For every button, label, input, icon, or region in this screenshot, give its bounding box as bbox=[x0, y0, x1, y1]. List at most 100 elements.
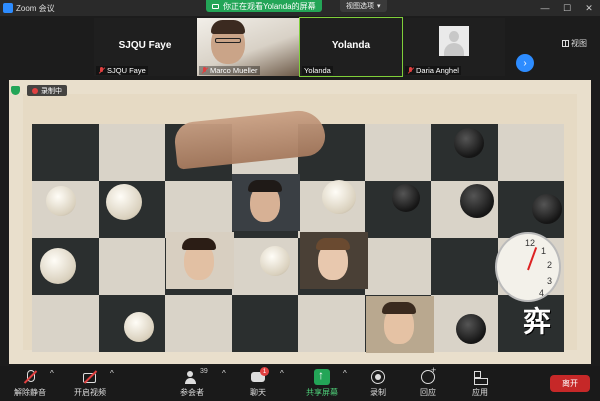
clock-number: 1 bbox=[541, 246, 547, 256]
shield-icon[interactable] bbox=[11, 86, 20, 95]
mic-muted-icon bbox=[22, 369, 38, 385]
overlay-hair bbox=[382, 302, 416, 314]
shared-screen: 录制中 12 1 2 3 4 弈 bbox=[9, 80, 591, 364]
chevron-down-icon: ▾ bbox=[377, 3, 381, 10]
participant-label: Daria Anghel bbox=[405, 66, 461, 75]
board-square bbox=[431, 238, 498, 295]
player-video-overlay bbox=[366, 296, 434, 353]
unmute-label: 解除静音 bbox=[14, 388, 46, 397]
window-title: Zoom 会议 bbox=[16, 3, 55, 13]
white-pawn bbox=[40, 248, 76, 284]
view-button-label: 视图 bbox=[571, 39, 587, 48]
close-icon[interactable]: ✕ bbox=[578, 0, 600, 16]
participant-label: SJQU Faye bbox=[96, 66, 148, 75]
start-video-label: 开启视频 bbox=[74, 388, 106, 397]
white-pawn bbox=[260, 246, 290, 276]
record-label: 录制 bbox=[370, 388, 386, 397]
leave-meeting-button[interactable]: 离开 bbox=[550, 375, 590, 392]
participant-name-center: Yolanda bbox=[331, 40, 371, 51]
next-page-button[interactable]: › bbox=[516, 54, 534, 72]
apps-button[interactable]: 应用 bbox=[472, 369, 488, 398]
avatar bbox=[439, 26, 469, 56]
screen-icon bbox=[212, 3, 219, 9]
recording-indicator[interactable]: 录制中 bbox=[27, 85, 67, 96]
participant-tile-sjqu-faye[interactable]: SJQU Faye SJQU Faye bbox=[94, 18, 196, 76]
participant-label: Yolanda bbox=[302, 66, 333, 75]
reactions-label: 回应 bbox=[420, 388, 436, 397]
white-pawn bbox=[322, 180, 356, 214]
mic-muted-icon bbox=[407, 67, 414, 74]
participant-label-text: Daria Anghel bbox=[416, 66, 459, 75]
recording-dot-icon bbox=[32, 87, 38, 94]
unmute-button[interactable]: 解除静音 bbox=[14, 369, 46, 398]
chat-label: 聊天 bbox=[250, 388, 266, 397]
participant-name-center: SJQU Faye bbox=[118, 40, 172, 51]
clock-number: 2 bbox=[547, 260, 553, 270]
apps-label: 应用 bbox=[472, 388, 488, 397]
board-square bbox=[165, 181, 232, 238]
screen-share-banner[interactable]: 你正在观看Yolanda的屏幕 bbox=[206, 0, 322, 12]
share-screen-button[interactable]: 共享屏幕 bbox=[306, 368, 338, 398]
board-square bbox=[165, 295, 232, 352]
participants-icon: 39 bbox=[184, 368, 208, 385]
chat-unread-badge: 1 bbox=[260, 367, 269, 376]
white-pawn bbox=[46, 186, 76, 216]
meeting-toolbar: 解除静音 ^ 开启视频 ^ 39 参会者 ^ 1 聊天 ^ 共享屏幕 ^ bbox=[0, 365, 600, 401]
participant-label-text: SJQU Faye bbox=[107, 66, 146, 75]
participants-button[interactable]: 39 参会者 bbox=[180, 368, 208, 398]
participants-options-caret[interactable]: ^ bbox=[222, 369, 226, 378]
participants-count: 39 bbox=[200, 368, 208, 375]
black-pawn bbox=[392, 184, 420, 212]
clock-hand bbox=[527, 247, 538, 271]
participant-label-text: Marco Mueller bbox=[210, 66, 258, 75]
app-title: Zoom 会议 bbox=[0, 3, 55, 14]
board-square bbox=[364, 124, 431, 181]
black-pawn bbox=[532, 194, 562, 224]
board-square bbox=[364, 238, 431, 295]
participant-tile-marco-mueller[interactable]: Marco Mueller bbox=[197, 18, 299, 76]
minimize-icon[interactable]: — bbox=[534, 0, 556, 16]
participant-tile-yolanda[interactable]: Yolanda Yolanda bbox=[299, 17, 403, 77]
player-video-overlay bbox=[166, 232, 234, 289]
audio-options-caret[interactable]: ^ bbox=[50, 369, 54, 378]
black-pawn bbox=[454, 128, 484, 158]
clock-number: 3 bbox=[547, 276, 553, 286]
apps-icon bbox=[472, 369, 488, 385]
chat-options-caret[interactable]: ^ bbox=[280, 369, 284, 378]
board-square bbox=[231, 295, 298, 352]
reactions-button[interactable]: 回应 bbox=[420, 365, 436, 398]
participant-label-text: Yolanda bbox=[304, 66, 331, 75]
chat-button[interactable]: 1 聊天 bbox=[250, 367, 269, 398]
view-options-label: 视图选项 bbox=[346, 3, 374, 10]
participant-label: Marco Mueller bbox=[199, 66, 260, 75]
clock-number: 12 bbox=[525, 238, 536, 248]
chess-board bbox=[32, 124, 564, 353]
player-video-overlay bbox=[232, 174, 300, 231]
participant-strip: SJQU Faye SJQU Faye Marco Mueller Yoland… bbox=[0, 16, 600, 78]
record-icon bbox=[370, 369, 386, 385]
black-pawn bbox=[456, 314, 486, 344]
share-screen-label: 共享屏幕 bbox=[306, 388, 338, 397]
record-button[interactable]: 录制 bbox=[370, 369, 386, 398]
view-options-button[interactable]: 视图选项 ▾ bbox=[340, 0, 387, 12]
chess-clock: 12 1 2 3 4 bbox=[495, 232, 561, 302]
share-screen-icon bbox=[314, 368, 330, 385]
white-pawn bbox=[106, 184, 142, 220]
participant-tile-daria-anghel[interactable]: Daria Anghel bbox=[403, 18, 505, 76]
black-pawn bbox=[460, 184, 494, 218]
view-button[interactable]: 视图 bbox=[562, 38, 587, 49]
video-options-caret[interactable]: ^ bbox=[110, 369, 114, 378]
board-square bbox=[32, 124, 99, 181]
chevron-right-icon: › bbox=[523, 57, 527, 69]
white-pawn bbox=[124, 312, 154, 342]
maximize-icon[interactable]: ☐ bbox=[556, 0, 578, 16]
board-square bbox=[32, 295, 99, 352]
avatar-body bbox=[444, 43, 464, 56]
share-options-caret[interactable]: ^ bbox=[343, 369, 347, 378]
title-bar: Zoom 会议 你正在观看Yolanda的屏幕 视图选项 ▾ — ☐ ✕ bbox=[0, 0, 600, 16]
overlay-hair bbox=[182, 238, 216, 250]
start-video-button[interactable]: 开启视频 bbox=[74, 369, 106, 398]
board-square bbox=[98, 238, 165, 295]
broadcast-logo: 弈 bbox=[523, 305, 552, 338]
chat-icon: 1 bbox=[250, 367, 269, 385]
